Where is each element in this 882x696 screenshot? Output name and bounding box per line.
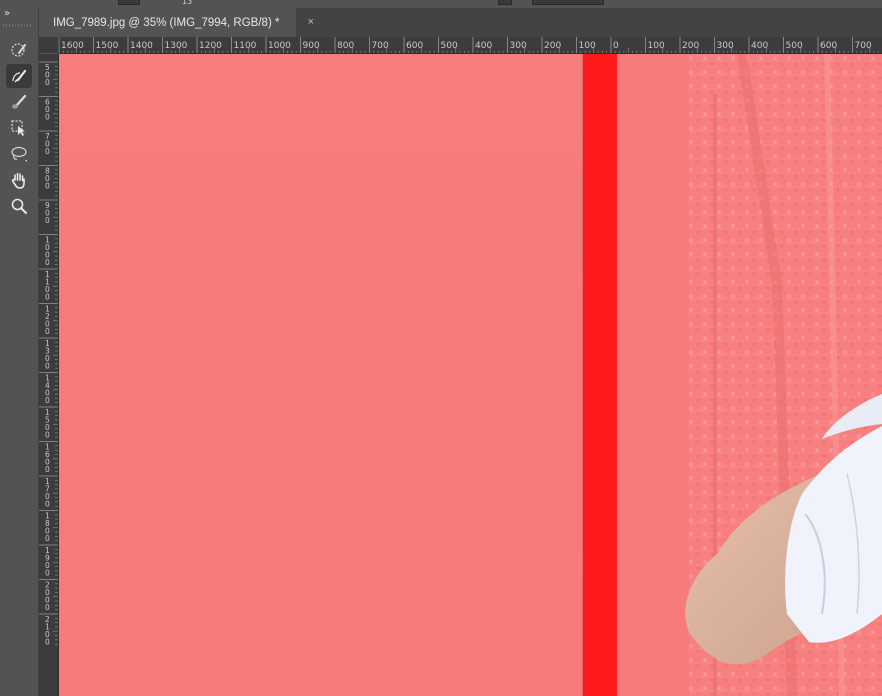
document-tab-title: IMG_7989.jpg @ 35% (IMG_7994, RGB/8) *: [53, 16, 280, 29]
photo-curtain-and-arm: [617, 54, 882, 696]
ruler-h-label: 0: [613, 41, 619, 51]
zoom-icon: [11, 198, 27, 214]
ruler-v-label: 1100: [45, 270, 50, 302]
ruler-v-label: 700: [45, 132, 50, 156]
ruler-v-label: 500: [45, 63, 50, 87]
ruler-h-label: 1300: [165, 41, 188, 51]
ruler-h-label: 200: [544, 41, 561, 51]
options-value: 13: [182, 0, 193, 6]
ruler-h-label: 200: [682, 41, 699, 51]
ruler-h-label: 1100: [234, 41, 257, 51]
quick-selection-icon: [11, 43, 26, 57]
ruler-h-label: 1600: [61, 41, 84, 51]
ruler-v-label: 1200: [45, 305, 50, 337]
ruler-v-label: 1300: [45, 339, 50, 371]
document-tab[interactable]: IMG_7989.jpg @ 35% (IMG_7994, RGB/8) * ×: [39, 8, 314, 37]
refine-edge-brush-tool[interactable]: [6, 64, 32, 88]
ruler-h-label: 1200: [199, 41, 222, 51]
ruler-v-label: 800: [45, 167, 50, 191]
quick-selection-tool[interactable]: [6, 38, 32, 62]
ruler-v-label: 600: [45, 98, 50, 122]
ruler-h-label: 500: [441, 41, 458, 51]
vertical-ruler[interactable]: 500 600 700 800 900 1000 1100 1200 1300 1400 1500 1…: [39, 54, 59, 696]
ruler-h-label: 1000: [268, 41, 291, 51]
collapse-panel-icon[interactable]: »: [4, 8, 10, 19]
ruler-h-label: 600: [406, 41, 423, 51]
ruler-v-label: 900: [45, 201, 50, 225]
ruler-h-label: 100: [648, 41, 665, 51]
refine-edge-brush-icon: [12, 69, 27, 83]
ruler-h-label: 800: [337, 41, 354, 51]
ruler-v-label: 1700: [45, 477, 50, 509]
ruler-v-label: 2100: [45, 615, 50, 647]
options-control[interactable]: [498, 0, 512, 5]
hand-icon: [11, 172, 25, 189]
ruler-v-label: 1800: [45, 512, 50, 544]
ruler-h-label: 700: [855, 41, 872, 51]
ruler-h-label: 100: [579, 41, 596, 51]
options-bar: 13: [0, 0, 882, 8]
ruler-v-label: 1000: [45, 236, 50, 268]
zoom-tool[interactable]: [6, 194, 32, 218]
object-selection-icon: [11, 120, 25, 136]
ruler-v-label: 1500: [45, 408, 50, 440]
mask-overlay-region: [59, 54, 583, 696]
ruler-v-label: 2000: [45, 581, 50, 613]
brush-tool[interactable]: [6, 90, 32, 114]
horizontal-ruler[interactable]: 1600 1500 1400 1300 1200 1100 1000 900 800 700 600…: [59, 37, 882, 54]
options-control[interactable]: [118, 0, 140, 5]
mask-overlay-bar: [583, 54, 617, 696]
ruler-v-label: 1900: [45, 546, 50, 578]
ruler-h-label: 400: [475, 41, 492, 51]
close-icon[interactable]: ×: [308, 16, 314, 28]
ruler-h-label: 300: [510, 41, 527, 51]
ruler-v-label: 1600: [45, 443, 50, 475]
lasso-icon: [11, 146, 27, 162]
ruler-h-label: 900: [303, 41, 320, 51]
lasso-tool[interactable]: [6, 142, 32, 166]
ruler-h-label: 600: [820, 41, 837, 51]
ruler-v-label: 1400: [45, 374, 50, 406]
options-control[interactable]: [532, 0, 604, 5]
document-tab-bar: IMG_7989.jpg @ 35% (IMG_7994, RGB/8) * ×: [39, 8, 882, 37]
hand-tool[interactable]: [6, 168, 32, 192]
brush-icon: [12, 94, 27, 109]
ruler-h-label: 1400: [130, 41, 153, 51]
ruler-h-label: 700: [372, 41, 389, 51]
document-canvas[interactable]: [59, 54, 882, 696]
panel-grip[interactable]: [3, 24, 33, 27]
ruler-h-label: 1500: [96, 41, 119, 51]
ruler-h-label: 400: [751, 41, 768, 51]
object-selection-tool[interactable]: [6, 116, 32, 140]
tools-panel: »: [0, 8, 39, 696]
ruler-origin[interactable]: [39, 37, 59, 54]
ruler-h-label: 300: [717, 41, 734, 51]
ruler-h-label: 500: [786, 41, 803, 51]
